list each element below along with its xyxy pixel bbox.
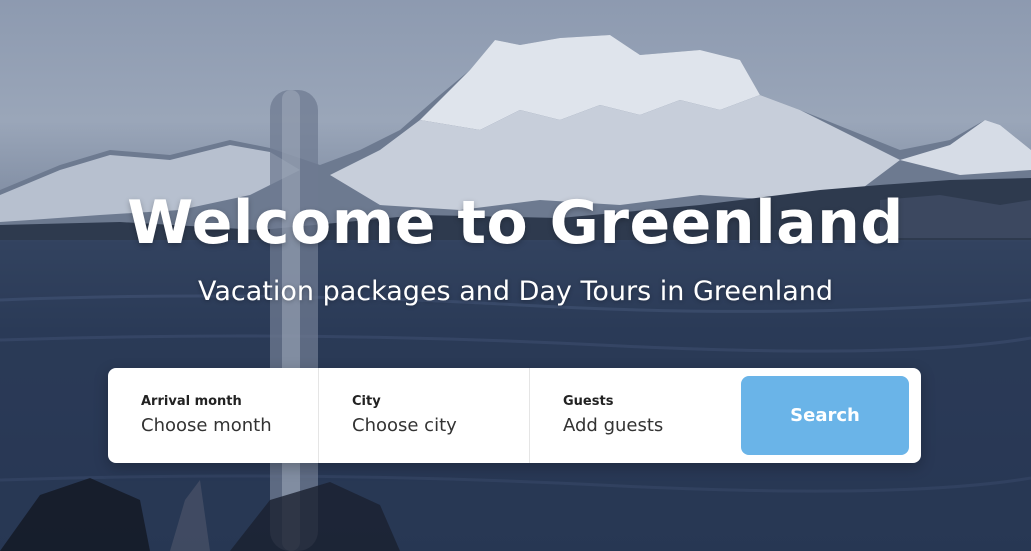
page-title: Welcome to Greenland <box>127 188 904 258</box>
arrival-month-field[interactable]: Arrival month Choose month <box>108 368 319 463</box>
guests-label: Guests <box>563 394 614 409</box>
search-button[interactable]: Search <box>741 376 909 455</box>
city-field[interactable]: City Choose city <box>319 368 530 463</box>
city-value: Choose city <box>352 415 457 436</box>
hero-section: Welcome to Greenland Vacation packages a… <box>0 0 1031 551</box>
arrival-month-value: Choose month <box>141 415 272 436</box>
guests-value: Add guests <box>563 415 664 436</box>
page-subtitle: Vacation packages and Day Tours in Green… <box>197 276 834 307</box>
city-label: City <box>352 394 381 409</box>
arrival-month-label: Arrival month <box>141 394 242 409</box>
search-bar: Arrival month Choose month City Choose c… <box>108 368 921 463</box>
guests-field[interactable]: Guests Add guests <box>530 368 741 463</box>
